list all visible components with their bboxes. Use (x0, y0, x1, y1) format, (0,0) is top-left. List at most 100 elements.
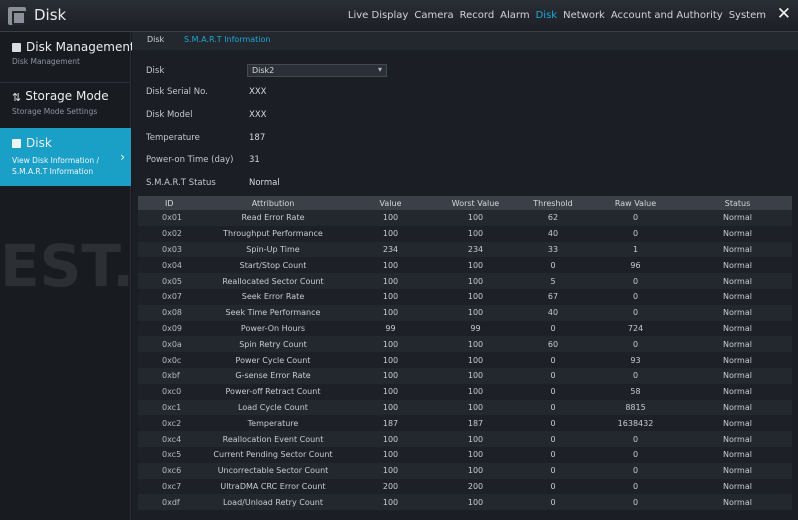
power-on-time-label: Power-on Time (day) (146, 155, 234, 165)
cell-id: 0xc0 (162, 387, 182, 397)
cell-threshold: 0 (550, 450, 556, 460)
tab-disk[interactable]: Disk (147, 35, 164, 44)
cell-value: 100 (382, 466, 399, 476)
smart-status-value: Normal (249, 178, 280, 188)
cell-worst-value: 100 (467, 466, 484, 476)
nav-alarm[interactable]: Alarm (500, 10, 529, 21)
cell-raw-value: 58 (630, 387, 641, 397)
cell-raw-value: 0 (632, 481, 639, 491)
close-icon[interactable]: ✕ (777, 4, 791, 24)
cell-value: 100 (382, 260, 399, 270)
smart-status-label: S.M.A.R.T Status (146, 178, 216, 188)
table-row[interactable]: 0xc4 Reallocation Event Count 100 100 0 0 Norm… (138, 431, 792, 447)
cell-attribution: Current Pending Sector Count (213, 450, 333, 460)
page-title: Disk (34, 6, 67, 24)
sidebar-item-label: Storage Mode (25, 89, 109, 103)
table-row[interactable]: 0xc6 Uncorrectable Sector Count 100 100 0 0 No… (138, 462, 792, 479)
disk-select[interactable]: Disk2 ▾ (247, 64, 387, 77)
serial-label: Disk Serial No. (146, 87, 208, 97)
cell-id: 0x01 (162, 213, 183, 223)
disk-app-icon (8, 7, 26, 25)
table-row[interactable]: 0xc0 Power-off Retract Count 100 100 0 58 Norm… (138, 383, 792, 400)
cell-worst-value: 234 (467, 244, 484, 254)
table-row[interactable]: 0x04 Start/Stop Count 100 100 0 96 Normal (138, 257, 792, 274)
column-header-attribution: Attribution (251, 198, 295, 208)
nav-camera[interactable]: Camera (414, 10, 453, 21)
cell-id: 0x02 (162, 229, 183, 239)
cell-raw-value: 0 (632, 434, 639, 444)
table-header-row: ID Attribution Value Worst Value Thresho… (138, 196, 792, 210)
cell-raw-value: 0 (632, 213, 639, 223)
table-row[interactable]: 0x05 Reallocated Sector Count 100 100 5 0 Norm… (138, 273, 792, 289)
cell-threshold: 0 (550, 260, 556, 270)
table-row[interactable]: 0xc2 Temperature 187 187 0 1638432 Normal (138, 415, 792, 432)
cell-status: Normal (723, 450, 752, 460)
cell-raw-value: 0 (632, 450, 639, 460)
cell-value: 100 (382, 229, 399, 239)
cell-status: Normal (723, 497, 752, 507)
cell-worst-value: 200 (467, 481, 484, 491)
cell-threshold: 33 (547, 244, 559, 254)
tab-smart-information[interactable]: S.M.A.R.T Information (184, 35, 271, 44)
cell-worst-value: 100 (467, 497, 484, 507)
nav-disk[interactable]: Disk (536, 10, 557, 21)
cell-id: 0xc2 (162, 418, 182, 428)
cell-raw-value: 0 (632, 466, 639, 476)
smart-table-body: 0x01 Read Error Rate 100 100 62 0 Normal 0x02 Th… (138, 210, 792, 511)
nav-live-display[interactable]: Live Display (348, 10, 408, 21)
table-row[interactable]: 0x03 Spin-Up Time 234 234 33 1 Normal (138, 241, 792, 258)
cell-threshold: 0 (550, 434, 556, 444)
column-header-raw-value: Raw Value (614, 198, 657, 208)
table-row[interactable]: 0xdf Load/Unload Retry Count 100 100 0 0 Norma… (138, 494, 792, 511)
cell-id: 0x09 (162, 323, 183, 333)
cell-attribution: G-sense Error Rate (235, 371, 311, 381)
cell-status: Normal (723, 292, 752, 302)
disk-icon (12, 43, 21, 52)
cell-attribution: UltraDMA CRC Error Count (220, 481, 326, 491)
table-row[interactable]: 0xc7 UltraDMA CRC Error Count 200 200 0 0 Norm… (138, 478, 792, 495)
nav-system[interactable]: System (729, 10, 766, 21)
cell-status: Normal (723, 466, 752, 476)
cell-id: 0x0a (162, 339, 182, 349)
cell-value: 100 (382, 339, 399, 349)
table-row[interactable]: 0xbf G-sense Error Rate 100 100 0 0 Normal (138, 367, 792, 384)
cell-attribution: Reallocated Sector Count (222, 276, 324, 286)
arrows-icon: ⇅ (12, 91, 22, 104)
table-row[interactable]: 0x01 Read Error Rate 100 100 62 0 Normal (138, 210, 792, 226)
table-row[interactable]: 0x02 Throughput Performance 100 100 40 0 Norma… (138, 225, 792, 242)
table-row[interactable]: 0xc5 Current Pending Sector Count 100 100 0 0… (138, 446, 792, 463)
cell-attribution: Throughput Performance (223, 229, 323, 239)
cell-threshold: 0 (550, 387, 556, 397)
table-row[interactable]: 0xc1 Load Cycle Count 100 100 0 8815 Normal (138, 399, 792, 416)
cell-attribution: Load Cycle Count (238, 402, 308, 412)
cell-worst-value: 100 (467, 308, 484, 318)
power-on-time-value: 31 (249, 155, 260, 165)
cell-id: 0xc5 (162, 450, 182, 460)
sidebar-item-storage-mode[interactable]: ⇅ Storage Mode Storage Mode Settings (0, 83, 131, 128)
table-row[interactable]: 0x0c Power Cycle Count 100 100 0 93 Normal (138, 352, 792, 368)
cell-threshold: 0 (550, 481, 556, 491)
cell-threshold: 0 (550, 371, 556, 381)
cell-status: Normal (723, 355, 752, 365)
sidebar-item-disk[interactable]: Disk View Disk Information / S.M.A.R.T I… (0, 128, 131, 186)
table-row[interactable]: 0x0a Spin Retry Count 100 100 60 0 Normal (138, 336, 792, 353)
nav-record[interactable]: Record (460, 10, 495, 21)
cell-value: 234 (382, 244, 399, 254)
table-row[interactable]: 0x07 Seek Error Rate 100 100 67 0 Normal (138, 288, 792, 305)
cell-threshold: 67 (547, 292, 559, 302)
cell-attribution: Read Error Rate (241, 213, 305, 223)
sidebar-item-disk-management[interactable]: Disk Management Disk Management (0, 32, 135, 82)
cell-value: 100 (382, 450, 399, 460)
nav-account-authority[interactable]: Account and Authority (611, 10, 723, 21)
cell-id: 0xc6 (162, 466, 182, 476)
cell-attribution: Uncorrectable Sector Count (217, 466, 329, 476)
table-row[interactable]: 0x08 Seek Time Performance 100 100 40 0 Normal (138, 304, 792, 321)
cell-value: 100 (382, 213, 399, 223)
table-row[interactable]: 0x09 Power-On Hours 99 99 0 724 Normal (138, 320, 792, 337)
nav-network[interactable]: Network (563, 10, 605, 21)
cell-raw-value: 724 (627, 323, 644, 333)
cell-attribution: Power-off Retract Count (225, 387, 321, 397)
cell-id: 0xbf (162, 371, 180, 381)
cell-attribution: Seek Time Performance (225, 308, 321, 318)
cell-threshold: 0 (550, 497, 556, 507)
